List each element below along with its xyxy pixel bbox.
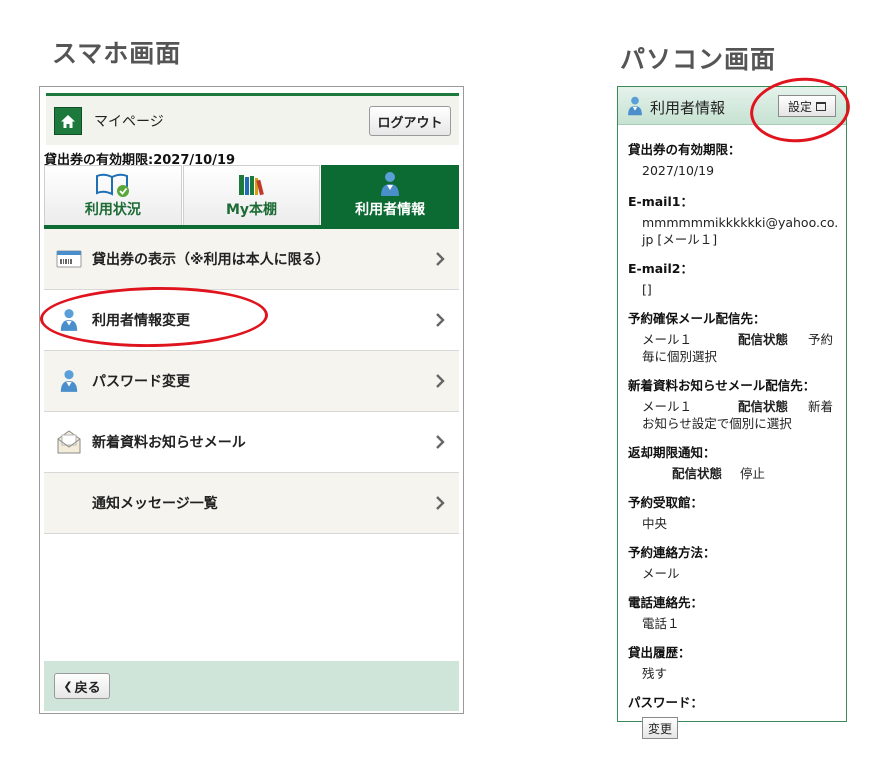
field-label: E-mail2： <box>628 261 693 276</box>
panel-body: 貸出券の有効期限： 2027/10/19 E-mail1： mmmmmmikkk… <box>628 139 840 739</box>
field-label: 貸出履歴： <box>628 645 691 660</box>
menu-item-label: 利用者情報変更 <box>92 313 190 329</box>
field-card-expiry: 貸出券の有効期限： 2027/10/19 <box>628 139 840 179</box>
field-contact-method: 予約連絡方法： メール <box>628 542 840 582</box>
book-check-icon <box>95 173 129 197</box>
page-title: マイページ <box>94 114 164 130</box>
menu-item-label: 通知メッセージ一覧 <box>92 496 218 512</box>
window-icon <box>816 101 826 111</box>
logout-button[interactable]: ログアウト <box>369 106 451 136</box>
tab-usage-status[interactable]: 利用状況 <box>44 165 182 225</box>
field-value: メール <box>642 566 680 581</box>
field-phone-contact: 電話連絡先： 電話１ <box>628 592 840 632</box>
tab-label: My本棚 <box>225 202 278 218</box>
back-button[interactable]: ❮ 戻る <box>54 673 110 699</box>
home-icon <box>61 114 75 128</box>
field-due-date-notice: 返却期限通知： 配信状態 停止 <box>628 442 840 482</box>
field-value: 2027/10/19 <box>642 163 715 178</box>
chevron-right-icon <box>436 374 445 388</box>
field-label: 予約受取館： <box>628 495 704 510</box>
user-icon <box>60 309 78 331</box>
menu-item-change-password[interactable]: パスワード変更 <box>44 351 459 412</box>
field-label: E-mail1： <box>628 194 693 209</box>
field-label: 予約確保メール配信先： <box>628 311 766 326</box>
back-button-label: 戻る <box>74 680 101 696</box>
tab-user-info[interactable]: 利用者情報 <box>321 165 460 225</box>
change-password-button[interactable]: 変更 <box>642 717 678 739</box>
panel-header: 利用者情報 設定 <box>618 87 846 125</box>
menu-item-notification-messages[interactable]: 通知メッセージ一覧 <box>44 473 459 534</box>
field-pickup-library: 予約受取館： 中央 <box>628 492 840 532</box>
chevron-right-icon <box>436 252 445 266</box>
delivery-status-label: 配信状態 <box>672 466 723 481</box>
home-button[interactable] <box>54 107 82 135</box>
field-label: 電話連絡先： <box>628 595 704 610</box>
field-value: mmmmmmikkkkkki@yahoo.co.jp [メール１] <box>642 215 839 247</box>
user-icon <box>381 172 400 196</box>
field-label: 返却期限通知： <box>628 445 716 460</box>
field-loan-history: 貸出履歴： 残す <box>628 642 840 682</box>
menu-item-label: 貸出券の表示（※利用は本人に限る） <box>92 252 330 268</box>
tab-label: 利用者情報 <box>355 202 426 218</box>
mail-target: メール１ <box>642 399 693 414</box>
tab-label: 利用状況 <box>84 202 141 218</box>
field-label: 予約連絡方法： <box>628 545 716 560</box>
field-value: 中央 <box>642 516 668 531</box>
user-icon <box>60 370 78 392</box>
field-value: [] <box>642 282 652 297</box>
panel-title: 利用者情報 <box>650 99 726 117</box>
field-label: パスワード： <box>628 695 704 710</box>
mail-icon <box>57 430 81 454</box>
phone-header: マイページ ログアウト <box>46 93 459 145</box>
chevron-right-icon <box>436 313 445 327</box>
chevron-right-icon <box>436 496 445 510</box>
field-value: 残す <box>642 666 668 681</box>
menu-item-label: パスワード変更 <box>92 374 190 390</box>
field-label: 貸出券の有効期限： <box>628 142 741 157</box>
bookshelf-icon <box>238 175 264 196</box>
tab-bar: 利用状況 My本棚 利用者情報 <box>44 165 460 225</box>
phone-screen: マイページ ログアウト 貸出券の有効期限:2027/10/19 利用状況 My本… <box>39 86 464 714</box>
field-value: 電話１ <box>642 616 680 631</box>
field-reservation-mail: 予約確保メール配信先： メール１ 配信状態 予約毎に個別選択 <box>628 308 840 365</box>
user-icon <box>628 96 642 116</box>
menu-item-new-arrivals-mail[interactable]: 新着資料お知らせメール <box>44 412 459 473</box>
settings-button[interactable]: 設定 <box>778 95 836 117</box>
field-password: パスワード： 変更 <box>628 692 840 739</box>
chevron-right-icon <box>436 435 445 449</box>
delivery-status-label: 配信状態 <box>738 399 789 414</box>
field-value: メール１ 配信状態 新着お知らせ設定で個別に選択 <box>642 398 840 432</box>
settings-button-label: 設定 <box>787 99 812 114</box>
field-value: 配信状態 停止 <box>672 465 840 482</box>
menu-item-change-user-info[interactable]: 利用者情報変更 <box>44 290 459 351</box>
tab-my-bookshelf[interactable]: My本棚 <box>182 165 321 225</box>
delivery-status-label: 配信状態 <box>738 332 789 347</box>
menu-item-show-card[interactable]: 貸出券の表示（※利用は本人に限る） <box>44 229 459 290</box>
menu-item-label: 新着資料お知らせメール <box>92 435 246 451</box>
card-icon <box>56 250 82 268</box>
field-value: メール１ 配信状態 予約毎に個別選択 <box>642 331 840 365</box>
delivery-status-value: 停止 <box>740 466 766 481</box>
field-email2: E-mail2： [] <box>628 258 840 298</box>
menu-list: 貸出券の表示（※利用は本人に限る） 利用者情報変更 パスワード変更 新着資料お知… <box>44 229 459 534</box>
pc-screen-heading: パソコン画面 <box>620 45 777 74</box>
chevron-left-icon: ❮ <box>63 679 73 693</box>
phone-footer: ❮ 戻る <box>44 661 459 711</box>
mail-target: メール１ <box>642 332 693 347</box>
field-label: 新着資料お知らせメール配信先： <box>628 378 816 393</box>
field-new-arrivals-mail: 新着資料お知らせメール配信先： メール１ 配信状態 新着お知らせ設定で個別に選択 <box>628 375 840 432</box>
phone-screen-heading: スマホ画面 <box>52 39 182 68</box>
field-email1: E-mail1： mmmmmmikkkkkki@yahoo.co.jp [メール… <box>628 191 840 248</box>
pc-user-info-panel: 利用者情報 設定 貸出券の有効期限： 2027/10/19 E-mail1： m… <box>617 86 847 739</box>
